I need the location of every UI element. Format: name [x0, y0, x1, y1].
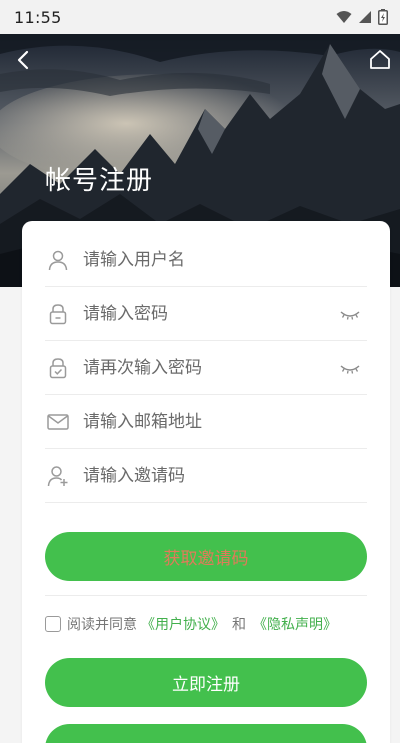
privacy-statement-link[interactable]: 《隐私声明》 [253, 614, 337, 634]
invite-code-field [45, 449, 367, 503]
register-button[interactable]: 立即注册 [45, 658, 367, 707]
lock-icon [46, 302, 70, 326]
password-input[interactable] [83, 303, 313, 324]
user-icon [46, 248, 70, 272]
page-title: 帐号注册 [45, 166, 154, 196]
username-input[interactable] [83, 249, 313, 270]
eye-closed-icon[interactable] [339, 304, 361, 324]
status-bar: 11:55 [0, 0, 400, 34]
wifi-icon [336, 11, 352, 23]
email-input[interactable] [83, 411, 313, 432]
status-time: 11:55 [14, 7, 62, 27]
lock-check-icon [46, 356, 70, 380]
divider [45, 595, 367, 596]
get-invite-code-button[interactable]: 获取邀请码 [45, 532, 367, 581]
home-icon [370, 50, 390, 69]
user-agreement-link[interactable]: 《用户协议》 [141, 614, 225, 634]
user-add-icon [46, 464, 70, 488]
eye-closed-icon[interactable] [339, 358, 361, 378]
password-field [45, 287, 367, 341]
home-button[interactable] [368, 48, 392, 72]
status-icons [336, 9, 388, 25]
register-form-card: 获取邀请码 阅读并同意 《用户协议》 和 《隐私声明》 立即注册 [22, 221, 390, 743]
email-field [45, 395, 367, 449]
agreement-row: 阅读并同意 《用户协议》 和 《隐私声明》 [45, 614, 337, 634]
back-icon [17, 50, 29, 70]
register-screen: 11:55 帐号注册 请输入用户名 请输入邮箱地址 请输入邀请码 获取邀请码 阅… [0, 0, 400, 743]
username-field [45, 233, 367, 287]
agreement-and: 和 [232, 617, 246, 633]
password-confirm-field [45, 341, 367, 395]
agreement-checkbox[interactable] [45, 616, 61, 632]
back-button[interactable] [12, 48, 36, 72]
signal-icon [359, 11, 371, 23]
mail-icon [46, 410, 70, 434]
agreement-prefix: 阅读并同意 [67, 617, 137, 633]
battery-icon [378, 9, 388, 25]
invite-code-input[interactable] [83, 465, 313, 486]
password-confirm-input[interactable] [83, 357, 313, 378]
secondary-button[interactable] [45, 724, 367, 743]
